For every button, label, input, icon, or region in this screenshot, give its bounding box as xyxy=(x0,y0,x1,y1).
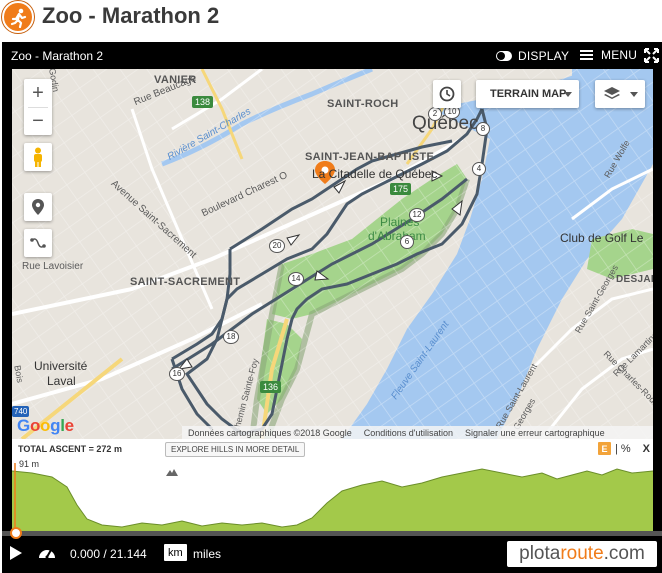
display-label: DISPLAY xyxy=(518,48,570,63)
map-type-dropdown[interactable]: TERRAIN MAP xyxy=(476,80,579,108)
route-shield-136: 136 xyxy=(260,381,282,393)
menu-label: MENU xyxy=(601,48,638,62)
map-footer: Données cartographiques ©2018 Google Con… xyxy=(182,426,653,439)
elevation-profile[interactable] xyxy=(12,463,653,531)
km-marker: 18 xyxy=(223,330,239,344)
elevation-controls: E | % X xyxy=(597,442,650,455)
km-marker: 8 xyxy=(476,122,490,136)
play-icon[interactable] xyxy=(9,546,23,560)
map-canvas xyxy=(12,69,653,439)
progress-slider[interactable] xyxy=(2,531,662,536)
brand-name-part: plota xyxy=(519,543,561,564)
map-type-label: TERRAIN MAP xyxy=(490,88,567,100)
km-marker: 16 xyxy=(169,367,185,381)
route-shield-138: 138 xyxy=(192,96,214,108)
layers-icon xyxy=(604,87,620,99)
brand-name-part: route xyxy=(560,543,604,564)
km-marker: 6 xyxy=(400,235,414,249)
street-view-button[interactable] xyxy=(24,143,52,171)
map-label-saint-roch: SAINT-ROCH xyxy=(327,98,399,110)
route-edit-button[interactable] xyxy=(24,229,52,257)
menu-button[interactable]: MENU xyxy=(580,48,637,62)
km-marker: 14 xyxy=(288,272,304,286)
map-label-rue-lavoisier: Rue Lavoisier xyxy=(22,261,84,272)
terms-link[interactable]: Conditions d'utilisation xyxy=(364,428,453,438)
km-marker: 20 xyxy=(269,239,285,253)
location-button[interactable] xyxy=(24,193,52,221)
clock-icon xyxy=(439,86,455,102)
pegman-icon xyxy=(34,147,42,167)
map-label-abraham: d'Abraham xyxy=(368,229,426,243)
km-marker: 4 xyxy=(472,162,486,176)
brand-name-part: .com xyxy=(603,543,645,564)
map-label-desjardins: DESJARDI xyxy=(616,274,653,285)
history-button[interactable] xyxy=(433,80,461,108)
playback-bar: 0.000 / 21.144 km miles plota route .com xyxy=(2,527,662,573)
speedometer-icon[interactable] xyxy=(38,545,56,561)
zoom-in-button[interactable]: + xyxy=(24,79,52,107)
layers-dropdown[interactable] xyxy=(595,80,645,108)
percent-toggle[interactable]: | % xyxy=(615,443,631,455)
total-ascent: TOTAL ASCENT = 272 m xyxy=(18,444,122,454)
plotaroute-logo[interactable]: plota route .com xyxy=(507,541,657,567)
progress-handle[interactable] xyxy=(10,527,22,539)
runner-logo-icon xyxy=(2,1,34,33)
elevation-panel: TOTAL ASCENT = 272 m EXPLORE HILLS IN MO… xyxy=(12,439,653,531)
unit-miles-button[interactable]: miles xyxy=(193,547,221,561)
map-label-universite: Université xyxy=(34,359,88,373)
map-label-saint-sacrement: SAINT-SACREMENT xyxy=(130,276,241,288)
google-logo: Google xyxy=(17,416,74,435)
page-header: Zoo - Marathon 2 xyxy=(0,0,662,38)
display-toggle[interactable]: DISPLAY xyxy=(496,48,569,63)
unit-km-button[interactable]: km xyxy=(164,544,187,561)
route-name: Zoo - Marathon 2 xyxy=(11,49,104,63)
chevron-down-icon xyxy=(564,92,572,97)
map-data-credit: Données cartographiques ©2018 Google xyxy=(188,427,352,438)
explore-hills-label: EXPLORE HILLS IN MORE DETAIL xyxy=(171,445,300,454)
km-marker: 2 xyxy=(428,107,442,121)
player-topbar: Zoo - Marathon 2 DISPLAY MENU xyxy=(2,42,662,69)
elevation-mode-button[interactable]: E xyxy=(597,442,611,455)
map-label-citadelle: La Citadelle de Québec xyxy=(312,167,438,181)
route-shield-175: 175 xyxy=(390,183,412,195)
hamburger-icon xyxy=(580,50,593,60)
location-pin-icon xyxy=(32,199,44,215)
fullscreen-icon[interactable] xyxy=(644,48,659,63)
zoom-control: + − xyxy=(24,79,52,135)
route-player: Zoo - Marathon 2 DISPLAY MENU VANIER SAI… xyxy=(2,42,662,573)
map-label-golf: Club de Golf Le xyxy=(560,231,644,245)
explore-hills-button[interactable]: EXPLORE HILLS IN MORE DETAIL xyxy=(165,442,306,476)
zoom-out-button[interactable]: − xyxy=(24,107,52,135)
page-title: Zoo - Marathon 2 xyxy=(42,3,220,28)
map-label-saint-jean-baptiste: SAINT-JEAN-BAPTISTE xyxy=(305,151,435,163)
distance-readout: 0.000 / 21.144 xyxy=(70,547,147,561)
close-elevation-button[interactable]: X xyxy=(643,443,650,455)
chevron-down-icon xyxy=(630,92,638,97)
map-label-laval: Laval xyxy=(47,374,76,388)
toggle-icon xyxy=(496,50,512,61)
km-marker: 12 xyxy=(409,208,425,222)
report-error-link[interactable]: Signaler une erreur cartographique xyxy=(465,428,605,438)
route-map[interactable]: VANIER SAINT-ROCH Québec SAINT-JEAN-BAPT… xyxy=(12,69,653,439)
route-icon xyxy=(30,238,46,248)
